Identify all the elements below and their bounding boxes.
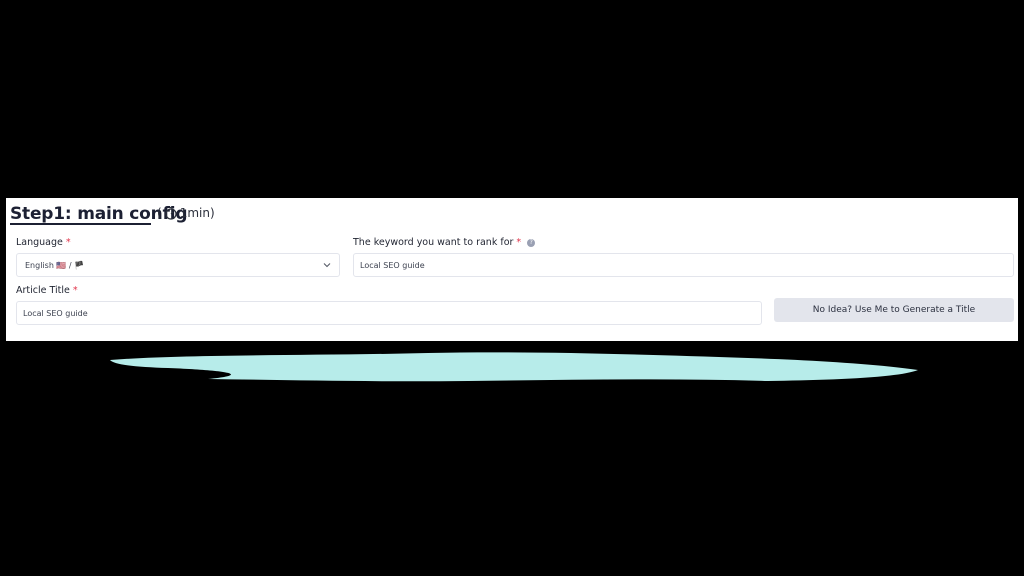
article-title-input[interactable]: Local SEO guide (16, 301, 762, 325)
chevron-down-icon (323, 263, 331, 268)
duration-text: 1min) (179, 206, 215, 220)
question-icon[interactable]: ? (527, 238, 536, 247)
language-label-text: Language (16, 237, 63, 248)
brush-stroke-decoration (110, 352, 918, 382)
required-mark: * (516, 237, 522, 248)
keyword-label-text: The keyword you want to rank for (353, 237, 514, 248)
timer-icon (165, 206, 177, 220)
language-select-value: English 🇺🇸 / 🏴 (25, 260, 85, 270)
article-title-input-value: Local SEO guide (23, 308, 88, 318)
article-title-label: Article Title * (16, 285, 78, 296)
main-config-panel: Step1: main config ( 1min) Language * Eng… (6, 198, 1018, 341)
article-title-label-text: Article Title (16, 285, 70, 296)
keyword-label: The keyword you want to rank for *? (353, 237, 536, 248)
keyword-input-value: Local SEO guide (360, 260, 425, 270)
language-label: Language * (16, 237, 71, 248)
language-select[interactable]: English 🇺🇸 / 🏴 (16, 253, 340, 277)
step-title-underline (10, 223, 151, 225)
duration-indicator: ( 1min) (157, 206, 215, 220)
required-mark: * (65, 237, 71, 248)
keyword-input[interactable]: Local SEO guide (353, 253, 1014, 277)
duration-open-paren: ( (157, 206, 162, 220)
generate-title-button[interactable]: No Idea? Use Me to Generate a Title (774, 298, 1014, 322)
required-mark: * (72, 285, 78, 296)
